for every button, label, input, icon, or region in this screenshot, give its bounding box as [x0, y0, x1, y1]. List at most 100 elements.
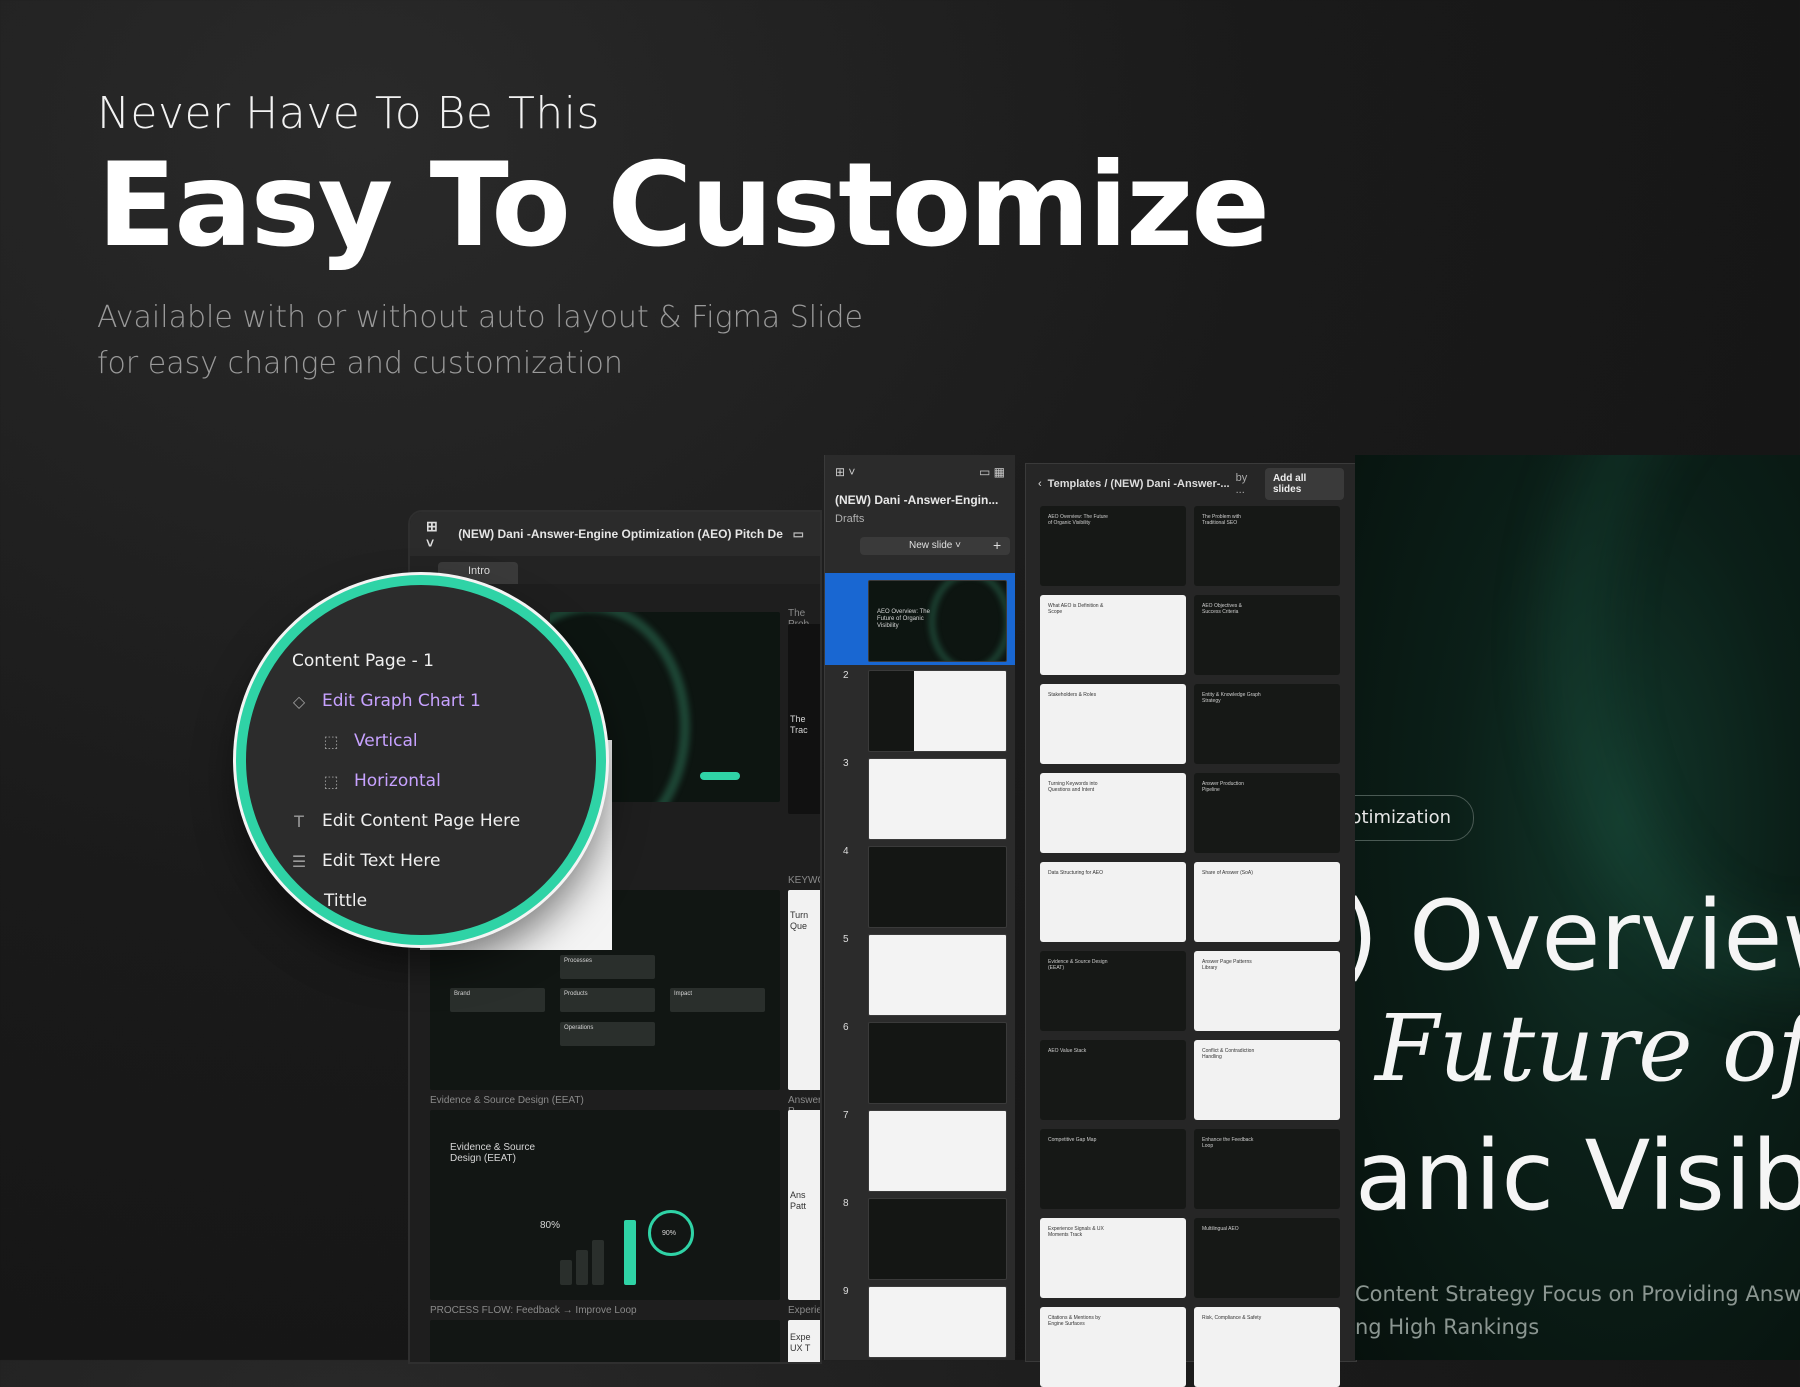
slide-number: 5 [843, 934, 849, 945]
template-card-title: Multilingual AEO [1202, 1226, 1239, 1232]
preview-description: Content Strategy Focus on Providing Answ… [1355, 1278, 1800, 1344]
layer-vertical[interactable]: ⬚ Vertical [322, 731, 418, 751]
template-card[interactable]: Experience Signals & UX Moments Track [1040, 1218, 1186, 1298]
template-card[interactable]: Entity & Knowledge Graph Strategy [1194, 684, 1340, 764]
layer-horizontal[interactable]: ⬚ Horizontal [322, 771, 440, 791]
instance-icon: ⬚ [323, 731, 339, 751]
new-slide-label: New slide [909, 540, 953, 551]
slide-thumb-2[interactable] [868, 670, 1007, 752]
template-card-title: Answer Page Patterns Library [1202, 959, 1252, 971]
preview-desc-line2: ng High Rankings [1355, 1315, 1540, 1339]
slide-thumb-3[interactable] [868, 758, 1007, 840]
section-label-keyword: KEYWOR [788, 875, 820, 886]
templates-header: ‹ Templates / (NEW) Dani -Answer-... by … [1026, 464, 1356, 504]
template-card-title: Share of Answer (SoA) [1202, 870, 1253, 876]
layer-label: Vertical [354, 731, 418, 751]
slide-thumb-4[interactable] [868, 846, 1007, 928]
template-card[interactable]: Stakeholders & Roles [1040, 684, 1186, 764]
slide-badge [700, 772, 740, 780]
layer-content-page[interactable]: # Content Page - 1 [260, 651, 434, 671]
canvas-slide-answer[interactable]: Ans Patt [788, 1110, 820, 1300]
slide-thumb-5[interactable] [868, 934, 1007, 1016]
figma-menu-icon[interactable]: ⊞ ˅ [426, 518, 448, 551]
template-card[interactable]: Evidence & Source Design (EEAT) [1040, 951, 1186, 1031]
evidence-title: Evidence & Source Design (EEAT) [450, 1142, 536, 1164]
back-chevron-icon[interactable]: ‹ [1038, 478, 1042, 490]
slide-thumb-6[interactable] [868, 1022, 1007, 1104]
template-card-title: Citations & Mentions by Engine Surfaces [1048, 1315, 1101, 1327]
slide-text-ans: Ans Patt [790, 1190, 807, 1211]
slide-thumb-1[interactable]: AEO Overview: The Future of Organic Visi… [868, 580, 1007, 662]
slide-thumb-8[interactable] [868, 1198, 1007, 1280]
templates-panel: ‹ Templates / (NEW) Dani -Answer-... by … [1025, 463, 1357, 1387]
layer-edit-text[interactable]: ☰ Edit Text Here [290, 851, 441, 871]
slide-glow [929, 581, 1006, 661]
slide-thumb-1-title: AEO Overview: The Future of Organic Visi… [877, 609, 930, 629]
hero: Never Have To Be This Easy To Customize … [97, 88, 1270, 387]
template-card-title: Entity & Knowledge Graph Strategy [1202, 692, 1261, 704]
template-card-title: Answer Production Pipeline [1202, 781, 1244, 793]
template-card-title: AEO Value Stack [1048, 1048, 1087, 1054]
template-card[interactable]: Turning Keywords into Questions and Inte… [1040, 773, 1186, 853]
slide-number: 7 [843, 1110, 849, 1121]
layer-edit-content-page[interactable]: T Edit Content Page Here [290, 811, 520, 831]
template-card[interactable]: Risk, Compliance & Safety [1194, 1307, 1340, 1387]
node-label-operations: Operations [564, 1025, 594, 1031]
slide-thumb-9[interactable] [868, 1286, 1007, 1358]
template-card[interactable]: Conflict & Contradiction Handling [1194, 1040, 1340, 1120]
template-card-title: AEO Objectives & Success Criteria [1202, 603, 1243, 615]
templates-author: by ... [1235, 472, 1248, 496]
slide-text-turn: Turn Que [790, 910, 809, 931]
hero-kicker: Never Have To Be This [97, 88, 600, 139]
template-card[interactable]: Data Structuring for AEO [1040, 862, 1186, 942]
add-slide-icon[interactable]: + [993, 537, 1001, 553]
template-card[interactable]: Multilingual AEO [1194, 1218, 1340, 1298]
template-card-title: What AEO is Definition & Scope [1048, 603, 1104, 615]
slides-file-title[interactable]: (NEW) Dani -Answer-Engin... [835, 493, 1005, 507]
canvas-slide-process[interactable] [430, 1320, 780, 1362]
canvas-slide-turn[interactable]: Turn Que [788, 890, 820, 1090]
slides-location[interactable]: Drafts [835, 513, 1005, 525]
template-card[interactable]: Share of Answer (SoA) [1194, 862, 1340, 942]
preview-pill: ne Optimization [1355, 795, 1474, 841]
template-card[interactable]: AEO Value Stack [1040, 1040, 1186, 1120]
view-toggle-icon[interactable]: ▭ ▦ [979, 465, 1005, 479]
layer-tittle[interactable]: Tittle [324, 891, 367, 911]
slide-text-trac: The Trac [790, 714, 808, 735]
slide-thumb-7[interactable] [868, 1110, 1007, 1192]
add-all-slides-button[interactable]: Add all slides [1264, 468, 1344, 500]
slide-number: 9 [843, 1286, 849, 1297]
file-title[interactable]: (NEW) Dani -Answer-Engine Optimization (… [458, 527, 782, 541]
slides-panel-header: ⊞ ˅ ▭ ▦ (NEW) Dani -Answer-Engin... Draf… [825, 455, 1015, 525]
canvas-slide-experience[interactable]: Expe UX T [788, 1320, 820, 1362]
new-slide-button[interactable]: New slide ˅ [860, 537, 1010, 555]
autolayout-icon: ☰ [291, 851, 307, 871]
evidence-bar-1 [560, 1260, 572, 1285]
panel-toggle-icon[interactable]: ▭ [793, 527, 804, 541]
preview-title-line1: ) Overview [1355, 880, 1800, 992]
templates-breadcrumb[interactable]: Templates / (NEW) Dani -Answer-... [1048, 478, 1230, 490]
frame-icon: # [262, 651, 276, 671]
template-card[interactable]: Answer Page Patterns Library [1194, 951, 1340, 1031]
template-card[interactable]: Citations & Mentions by Engine Surfaces [1040, 1307, 1186, 1387]
template-card[interactable]: Enhance the Feedback Loop [1194, 1129, 1340, 1209]
layer-label: Tittle [324, 891, 368, 911]
preview-title-line2: Future of [1375, 995, 1800, 1102]
layer-edit-graph-chart[interactable]: ◇ Edit Graph Chart 1 [290, 691, 481, 711]
frame-tab-row: Intro [410, 556, 820, 584]
template-card[interactable]: The Problem with Traditional SEO [1194, 506, 1340, 586]
evidence-value-1: 80% [540, 1220, 561, 1231]
template-card[interactable]: Answer Production Pipeline [1194, 773, 1340, 853]
node-label-processes: Processes [564, 958, 593, 964]
node-label-impact: Impact [674, 991, 693, 997]
template-card[interactable]: What AEO is Definition & Scope [1040, 595, 1186, 675]
canvas-slide-problem[interactable]: The Trac [788, 624, 820, 814]
figma-menu-icon[interactable]: ⊞ ˅ [835, 465, 855, 479]
template-card[interactable]: AEO Objectives & Success Criteria [1194, 595, 1340, 675]
template-card[interactable]: Competitive Gap Map [1040, 1129, 1186, 1209]
slides-panel: ⊞ ˅ ▭ ▦ (NEW) Dani -Answer-Engin... Draf… [824, 455, 1015, 1360]
hero-subtitle-line2: for easy change and customization [97, 345, 623, 381]
canvas-slide-evidence[interactable]: Evidence & Source Design (EEAT) 80% 90% [430, 1110, 780, 1300]
template-card[interactable]: AEO Overview: The Future of Organic Visi… [1040, 506, 1186, 586]
template-card-title: Data Structuring for AEO [1048, 870, 1104, 876]
